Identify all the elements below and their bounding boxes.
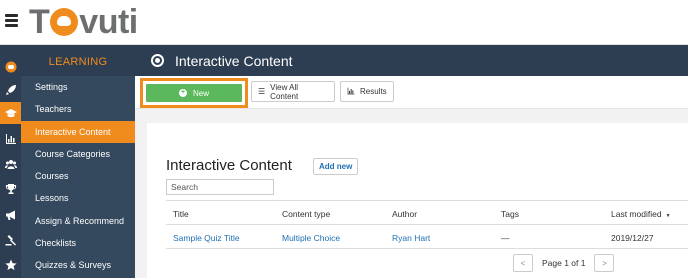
sidebar: LEARNING Settings Teachers Interactive C… [21, 45, 135, 278]
page-title: Interactive Content [175, 52, 293, 69]
graduation-cap-icon[interactable] [0, 102, 21, 124]
logo-elephant-icon [50, 8, 79, 36]
top-bar: Tvuti [0, 0, 688, 45]
gavel-icon[interactable] [0, 229, 21, 251]
sidebar-item-assign-recommend[interactable]: Assign & Recommend [21, 210, 135, 232]
sort-desc-icon: ▼ [665, 213, 671, 219]
table-row: Sample Quiz Title Multiple Choice Ryan H… [166, 225, 688, 249]
tovuti-logo[interactable]: Tvuti [29, 4, 138, 40]
star-icon[interactable] [0, 254, 21, 276]
icon-rail [0, 45, 21, 278]
toolbar: + New ☰ View All Content Results [135, 76, 688, 109]
new-button[interactable]: + New [146, 84, 242, 102]
new-button-highlight: + New [140, 78, 248, 108]
sidebar-item-teachers[interactable]: Teachers [21, 98, 135, 120]
new-button-label: New [192, 88, 209, 98]
bar-chart-icon[interactable] [0, 128, 21, 150]
row-last-modified: 2019/12/27 [611, 233, 654, 243]
interactive-content-icon [151, 54, 164, 67]
sidebar-item-courses[interactable]: Courses [21, 165, 135, 187]
page-header: Interactive Content [135, 45, 688, 76]
view-all-content-button[interactable]: ☰ View All Content [251, 81, 335, 102]
bar-chart-icon [347, 87, 355, 97]
next-page-button[interactable]: > [594, 254, 615, 272]
sidebar-item-checklists[interactable]: Checklists [21, 232, 135, 254]
sidebar-item-settings[interactable]: Settings [21, 76, 135, 98]
table-header: Title Content type Author Tags Last modi… [166, 200, 688, 225]
sidebar-item-lessons[interactable]: Lessons [21, 187, 135, 209]
trophy-icon[interactable] [0, 178, 21, 200]
tovuti-icon[interactable] [0, 56, 21, 78]
results-button[interactable]: Results [340, 81, 394, 102]
sidebar-item-interactive-content[interactable]: Interactive Content [21, 120, 135, 143]
add-new-button[interactable]: Add new [313, 158, 359, 175]
hamburger-menu-icon[interactable] [5, 14, 18, 28]
column-title[interactable]: Title [173, 209, 189, 219]
megaphone-icon[interactable] [0, 204, 21, 226]
column-tags[interactable]: Tags [501, 209, 519, 219]
row-author-link[interactable]: Ryan Hart [392, 233, 430, 243]
row-content-type-link[interactable]: Multiple Choice [282, 233, 340, 243]
sidebar-item-course-categories[interactable]: Course Categories [21, 143, 135, 165]
sidebar-item-quizzes-surveys[interactable]: Quizzes & Surveys [21, 254, 135, 276]
list-icon: ☰ [258, 87, 266, 96]
column-last-modified[interactable]: Last modified ▼ [611, 209, 671, 219]
search-input[interactable] [166, 179, 274, 195]
main-area: Interactive Content + New ☰ View All Con… [135, 45, 688, 278]
column-author[interactable]: Author [392, 209, 417, 219]
rocket-icon[interactable] [0, 79, 21, 101]
column-content-type[interactable]: Content type [282, 209, 330, 219]
prev-page-button[interactable]: < [513, 254, 533, 272]
pagination: < Page 1 of 1 > [513, 254, 615, 272]
row-title-link[interactable]: Sample Quiz Title [173, 233, 240, 243]
row-tags: — [501, 233, 510, 243]
plus-circle-icon: + [178, 89, 187, 97]
page-indicator: Page 1 of 1 [542, 258, 586, 268]
users-icon[interactable] [0, 153, 21, 175]
content-title: Interactive Content [166, 157, 292, 174]
content-card: Interactive Content Add new Title Conten… [147, 123, 688, 278]
sidebar-title: LEARNING [21, 45, 135, 76]
